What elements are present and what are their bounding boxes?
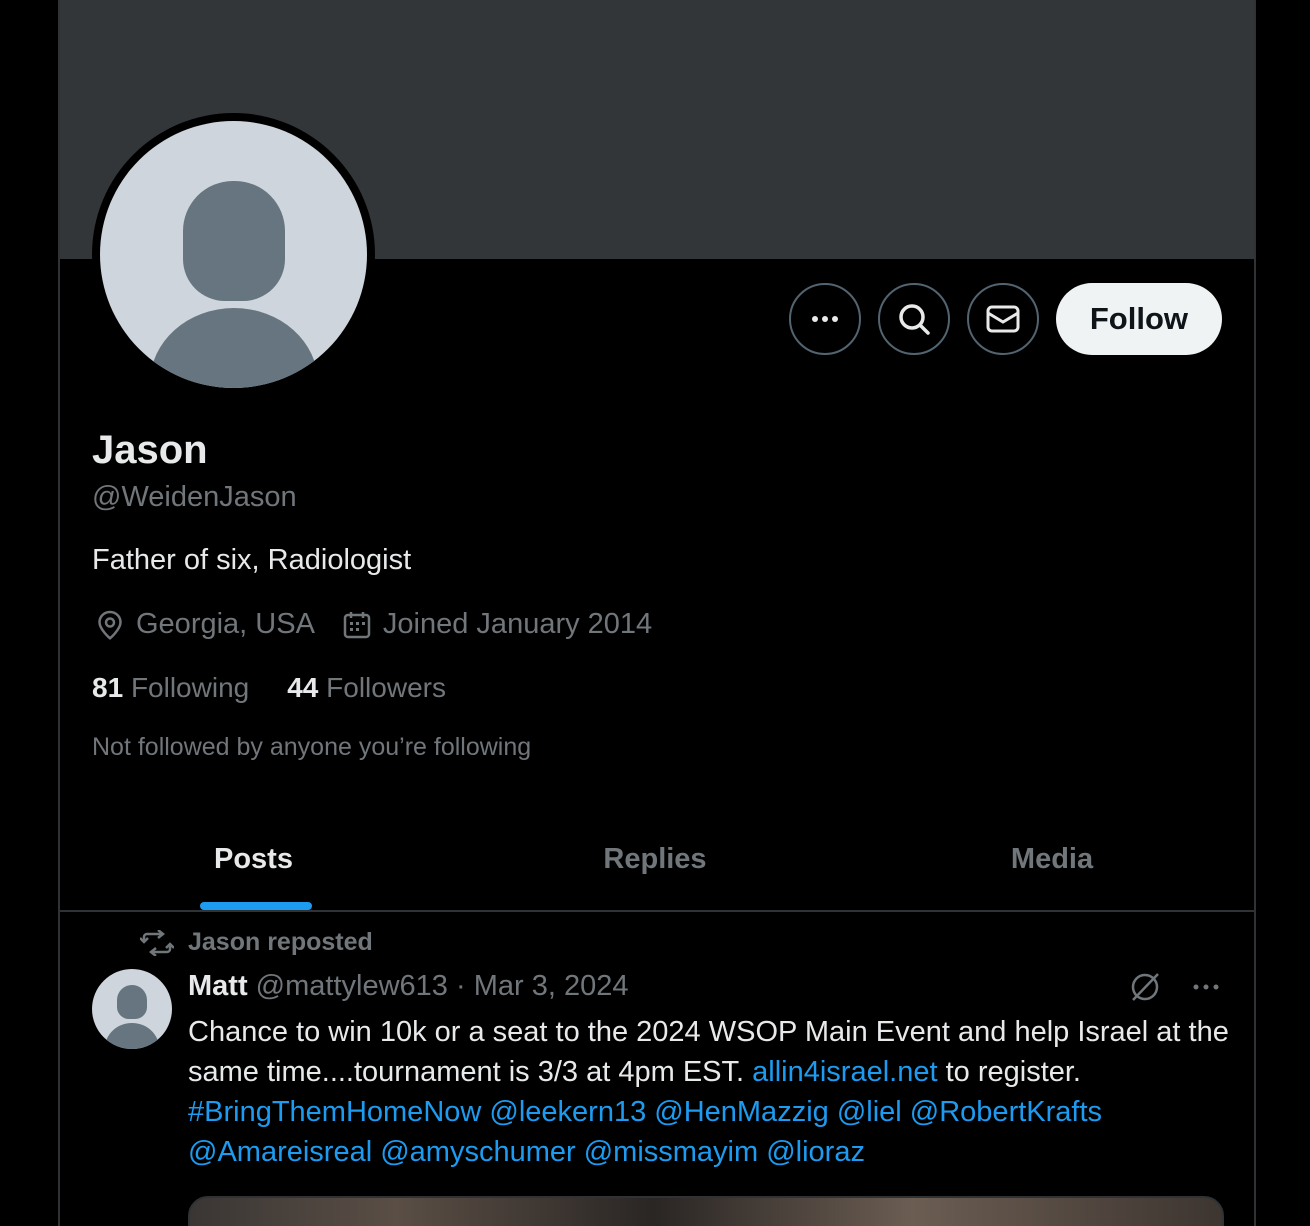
- location-text: Georgia, USA: [136, 608, 315, 640]
- post-mention[interactable]: @missmayim: [584, 1136, 758, 1168]
- tab-media[interactable]: Media: [850, 808, 1254, 910]
- more-horizontal-icon[interactable]: [1190, 971, 1222, 1003]
- profile-name: Jason: [92, 428, 208, 472]
- repost-label: Jason reposted: [188, 928, 373, 956]
- joined-item: Joined January 2014: [341, 608, 652, 641]
- message-button[interactable]: [966, 283, 1039, 355]
- tab-posts-label: Posts: [214, 842, 293, 875]
- post-author-handle[interactable]: @mattylew613: [256, 970, 448, 1002]
- tab-replies[interactable]: Replies: [460, 808, 850, 910]
- grok-icon[interactable]: [1128, 970, 1162, 1004]
- repost-indicator[interactable]: Jason reposted: [140, 928, 373, 957]
- post-mention[interactable]: @amyschumer: [380, 1136, 575, 1168]
- default-avatar-icon: [100, 121, 367, 388]
- envelope-icon: [986, 305, 1020, 333]
- profile-avatar[interactable]: [92, 113, 375, 396]
- post-mention[interactable]: @RobertKrafts: [910, 1096, 1102, 1128]
- tab-media-label: Media: [1010, 842, 1094, 875]
- profile-handle: @WeidenJason: [92, 481, 297, 513]
- followers-link[interactable]: 44 Followers: [287, 672, 446, 704]
- follow-button[interactable]: Follow: [1055, 283, 1222, 355]
- more-button[interactable]: [788, 283, 861, 355]
- profile-tabs: Posts Replies Media: [60, 808, 1254, 912]
- post-media-preview[interactable]: [188, 1196, 1224, 1226]
- post-header: Matt @mattylew613 · Mar 3, 2024: [188, 970, 628, 1003]
- post-text-part2: to register.: [937, 1056, 1081, 1088]
- post-author-avatar[interactable]: [92, 969, 172, 1049]
- location-item: Georgia, USA: [94, 608, 315, 641]
- post-text: Chance to win 10k or a seat to the 2024 …: [188, 1012, 1238, 1172]
- profile-bio: Father of six, Radiologist: [92, 544, 412, 576]
- joined-text: Joined January 2014: [382, 608, 653, 640]
- tab-replies-label: Replies: [603, 842, 707, 875]
- profile-stats: 81 Following 44 Followers: [92, 672, 484, 704]
- followers-label: Followers: [326, 672, 446, 703]
- active-tab-indicator: [200, 902, 312, 910]
- following-link[interactable]: 81 Following: [92, 672, 249, 704]
- post-mention[interactable]: @HenMazzig: [654, 1096, 829, 1128]
- repost-icon: [140, 929, 174, 956]
- search-button[interactable]: [877, 283, 950, 355]
- post-separator: ·: [455, 970, 466, 1002]
- location-pin-icon: [98, 610, 122, 640]
- following-count: 81: [92, 672, 124, 703]
- post-link[interactable]: allin4israel.net: [752, 1056, 937, 1088]
- followers-count: 44: [287, 672, 319, 703]
- profile-meta: Georgia, USA Joined January 2014: [94, 608, 678, 641]
- post-mention[interactable]: @leekern13: [489, 1096, 646, 1128]
- more-horizontal-icon: [811, 316, 838, 322]
- post-author-name[interactable]: Matt: [188, 970, 248, 1002]
- post-mention[interactable]: @liel: [837, 1096, 902, 1128]
- post-mention[interactable]: @Amareisreal: [188, 1136, 372, 1168]
- following-label: Following: [130, 672, 250, 703]
- not-followed-text: Not followed by anyone you’re following: [92, 733, 532, 761]
- calendar-icon: [343, 611, 371, 638]
- post-mention[interactable]: @lioraz: [766, 1136, 865, 1168]
- profile-column: Follow Jason @WeidenJason Father of six,…: [58, 0, 1256, 1226]
- post-header-icons: [1128, 970, 1222, 1004]
- tab-posts[interactable]: Posts: [60, 808, 460, 910]
- post-hashtag[interactable]: #BringThemHomeNow: [188, 1096, 481, 1128]
- profile-actions: Follow: [788, 283, 1222, 355]
- search-icon: [899, 304, 930, 335]
- post-date[interactable]: Mar 3, 2024: [474, 970, 629, 1002]
